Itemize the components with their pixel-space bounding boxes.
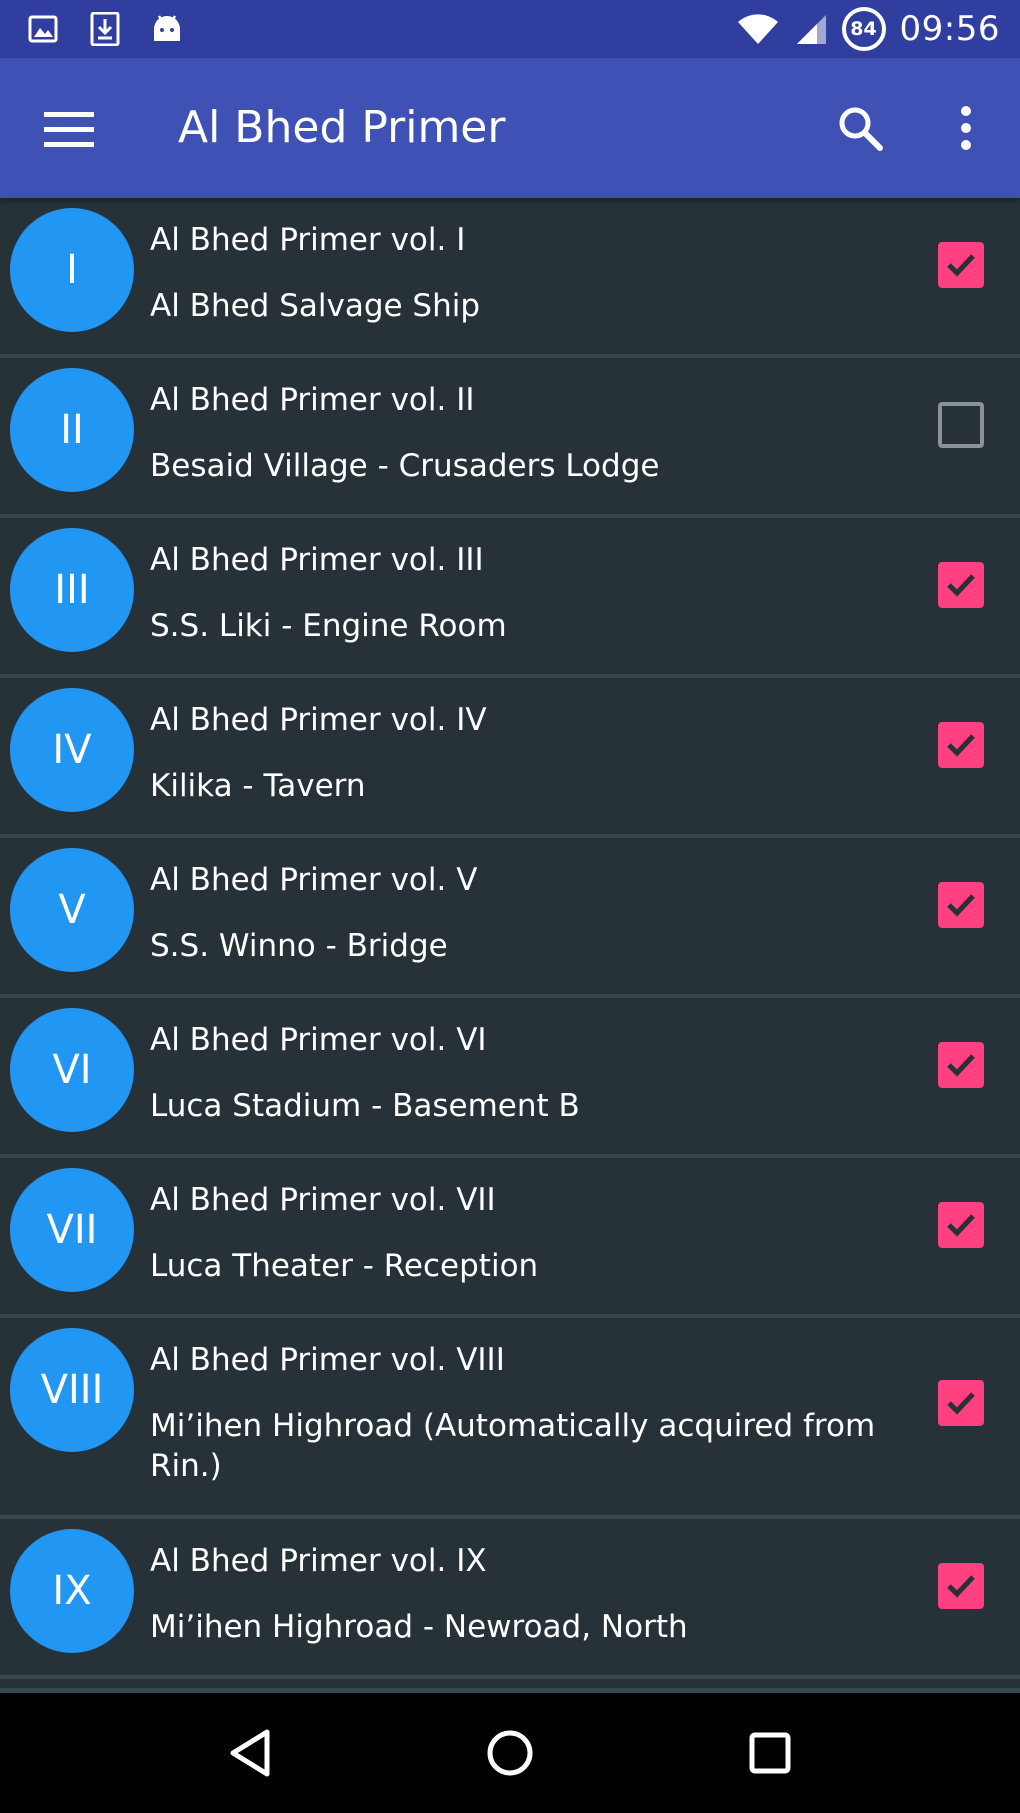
primer-location: Mi’ihen Highroad (Automatically acquired… [150,1408,876,1484]
collected-checkbox[interactable] [938,1202,984,1248]
list-item[interactable]: VII Al Bhed Primer vol. VII Luca Theater… [0,1158,1020,1318]
app-bar: Al Bhed Primer [0,58,1020,198]
collected-checkbox[interactable] [938,1563,984,1609]
list-item[interactable]: II Al Bhed Primer vol. II Besaid Village… [0,358,1020,518]
primer-title: Al Bhed Primer vol. III [150,542,484,578]
list-item-text: Al Bhed Primer vol. VII Luca Theater - R… [150,1178,890,1286]
list-item-text: Al Bhed Primer vol. II Besaid Village - … [150,378,890,486]
list-item-text: Al Bhed Primer vol. IV Kilika - Tavern [150,698,890,806]
avatar: II [10,368,134,492]
list-item[interactable]: IX Al Bhed Primer vol. IX Mi’ihen Highro… [0,1519,1020,1679]
list-item[interactable]: I Al Bhed Primer vol. I Al Bhed Salvage … [0,198,1020,358]
list-item-text: Al Bhed Primer vol. IX Mi’ihen Highroad … [150,1539,890,1647]
primer-title: Al Bhed Primer vol. V [150,862,478,898]
collected-checkbox[interactable] [938,562,984,608]
download-icon [88,12,122,46]
collected-checkbox[interactable] [938,722,984,768]
home-circle-icon [487,1730,533,1776]
collected-checkbox[interactable] [938,402,984,448]
avatar: III [10,528,134,652]
avatar: IX [10,1529,134,1653]
check-icon [947,1575,975,1598]
status-notifications [26,12,184,46]
signal-icon [794,12,828,46]
list-item[interactable]: III Al Bhed Primer vol. III S.S. Liki - … [0,518,1020,678]
avatar: VIII [10,1328,134,1452]
primer-title: Al Bhed Primer vol. VIII [150,1342,505,1378]
navigation-menu-button[interactable] [38,98,100,160]
avatar: VII [10,1168,134,1292]
system-navigation-bar [0,1693,1020,1813]
list-item-text: Al Bhed Primer vol. VIII Mi’ihen Highroa… [150,1338,890,1486]
primer-location: Kilika - Tavern [150,768,366,804]
check-icon [947,574,975,597]
overflow-menu-button[interactable] [936,98,996,158]
list-item-text: Al Bhed Primer vol. I Al Bhed Salvage Sh… [150,218,890,326]
primer-title: Al Bhed Primer vol. IX [150,1543,487,1579]
back-triangle-icon [230,1729,270,1777]
recents-button[interactable] [735,1718,805,1788]
clock: 09:56 [899,9,1000,49]
recents-square-icon [749,1732,791,1774]
list-item-text: Al Bhed Primer vol. VI Luca Stadium - Ba… [150,1018,890,1126]
status-bar: 84 09:56 [0,0,1020,58]
image-icon [26,12,60,46]
collected-checkbox[interactable] [938,1042,984,1088]
collected-checkbox[interactable] [938,242,984,288]
primer-location: S.S. Winno - Bridge [150,928,448,964]
list-item-text: Al Bhed Primer vol. V S.S. Winno - Bridg… [150,858,890,966]
wifi-icon [736,12,780,46]
android-icon [150,12,184,46]
avatar: VI [10,1008,134,1132]
search-button[interactable] [830,98,890,158]
avatar: I [10,208,134,332]
check-icon [947,894,975,917]
check-icon [947,254,975,277]
hamburger-menu-icon [44,112,94,147]
avatar: V [10,848,134,972]
list-item[interactable]: IV Al Bhed Primer vol. IV Kilika - Taver… [0,678,1020,838]
primer-title: Al Bhed Primer vol. VII [150,1182,496,1218]
collected-checkbox[interactable] [938,882,984,928]
primer-location: Mi’ihen Highroad - Newroad, North [150,1609,688,1645]
primer-title: Al Bhed Primer vol. I [150,222,466,258]
more-vert-icon [961,106,971,150]
check-icon [947,1392,975,1415]
list-item-text: Al Bhed Primer vol. III S.S. Liki - Engi… [150,538,890,646]
primer-title: Al Bhed Primer vol. II [150,382,475,418]
list-item[interactable]: V Al Bhed Primer vol. V S.S. Winno - Bri… [0,838,1020,998]
list-item[interactable]: VIII Al Bhed Primer vol. VIII Mi’ihen Hi… [0,1318,1020,1519]
primer-location: Luca Theater - Reception [150,1248,539,1284]
back-button[interactable] [215,1718,285,1788]
check-icon [947,734,975,757]
primer-title: Al Bhed Primer vol. VI [150,1022,487,1058]
check-icon [947,1054,975,1077]
search-icon [839,107,883,151]
primer-list[interactable]: I Al Bhed Primer vol. I Al Bhed Salvage … [0,198,1020,1688]
collected-checkbox[interactable] [938,1380,984,1426]
list-item[interactable]: VI Al Bhed Primer vol. VI Luca Stadium -… [0,998,1020,1158]
primer-location: Luca Stadium - Basement B [150,1088,580,1124]
primer-title: Al Bhed Primer vol. IV [150,702,487,738]
primer-location: S.S. Liki - Engine Room [150,608,507,644]
home-button[interactable] [475,1718,545,1788]
battery-icon: 84 [841,7,886,51]
page-title: Al Bhed Primer [178,102,506,153]
primer-location: Al Bhed Salvage Ship [150,288,481,324]
primer-location: Besaid Village - Crusaders Lodge [150,448,660,484]
check-icon [947,1214,975,1237]
status-system: 84 09:56 [736,7,1000,51]
avatar: IV [10,688,134,812]
